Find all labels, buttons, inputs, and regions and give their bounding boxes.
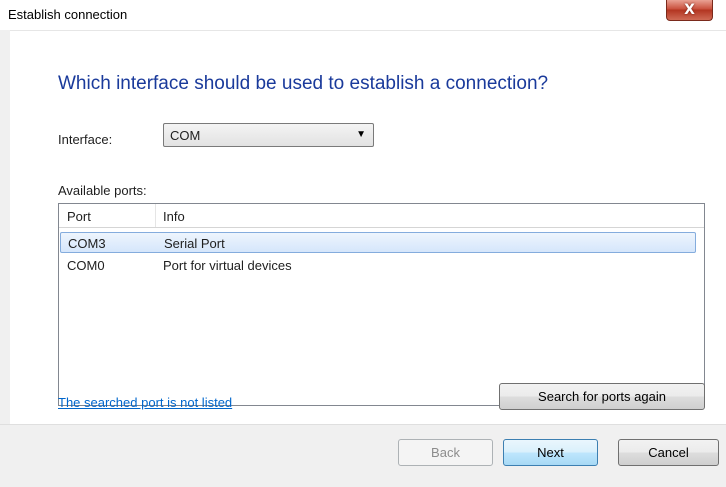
search-ports-button[interactable]: Search for ports again (499, 383, 705, 410)
cancel-button[interactable]: Cancel (618, 439, 719, 466)
back-button[interactable]: Back (398, 439, 493, 466)
table-row[interactable]: COM0 Port for virtual devices (59, 255, 704, 276)
port-not-listed-link[interactable]: The searched port is not listed (58, 395, 232, 410)
ports-list-header: Port Info (59, 204, 704, 228)
port-cell: COM0 (67, 258, 105, 273)
close-button[interactable]: X (666, 0, 713, 21)
window-title: Establish connection (8, 7, 128, 22)
column-divider[interactable] (155, 204, 156, 227)
next-button[interactable]: Next (503, 439, 598, 466)
interface-label: Interface: (58, 132, 113, 147)
chevron-down-icon: ▼ (356, 129, 366, 140)
ports-list[interactable]: Port Info COM3 Serial Port COM0 Port for… (58, 203, 705, 406)
column-header-info[interactable]: Info (163, 209, 185, 224)
column-header-port[interactable]: Port (67, 209, 91, 224)
interface-select-value: COM (170, 128, 201, 143)
info-cell: Serial Port (164, 236, 225, 251)
available-ports-label: Available ports: (58, 183, 147, 198)
page-title: Which interface should be used to establ… (58, 73, 549, 94)
port-cell: COM3 (68, 236, 106, 251)
window-left-edge (0, 30, 10, 486)
title-bar: Establish connection X (0, 0, 726, 31)
table-row[interactable]: COM3 Serial Port (60, 232, 696, 253)
interface-select[interactable]: COM ▼ (163, 123, 374, 147)
close-icon: X (684, 2, 695, 18)
info-cell: Port for virtual devices (163, 258, 292, 273)
dialog-footer: Back Next Cancel (0, 424, 726, 487)
